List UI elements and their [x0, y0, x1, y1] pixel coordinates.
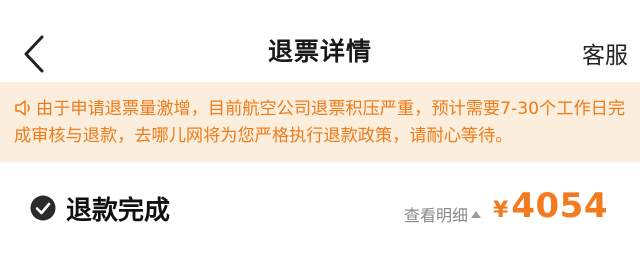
check-circle-icon: [30, 195, 56, 221]
refund-status-text: 退款完成: [66, 196, 171, 226]
currency-symbol: ¥: [493, 198, 509, 223]
caret-up-icon: [471, 210, 482, 218]
page-title: 退票详情: [267, 37, 372, 66]
refund-amount: ¥ 4054: [493, 186, 608, 226]
refund-status-row: 退款完成 查看明细 ¥ 4054: [0, 180, 640, 244]
amount-value: 4054: [511, 186, 608, 226]
view-details-label: 查看明细: [404, 206, 469, 225]
notice-banner: 由于申请退票量激增，目前航空公司退票积压严重，预计需要7-30个工作日完成审核与…: [0, 82, 640, 162]
customer-service-button[interactable]: 客服: [582, 36, 628, 70]
speaker-icon: [15, 100, 30, 116]
view-details-link[interactable]: 查看明细: [404, 202, 482, 226]
notice-text: 由于申请退票量激增，目前航空公司退票积压严重，预计需要7-30个工作日完成审核与…: [14, 99, 626, 146]
